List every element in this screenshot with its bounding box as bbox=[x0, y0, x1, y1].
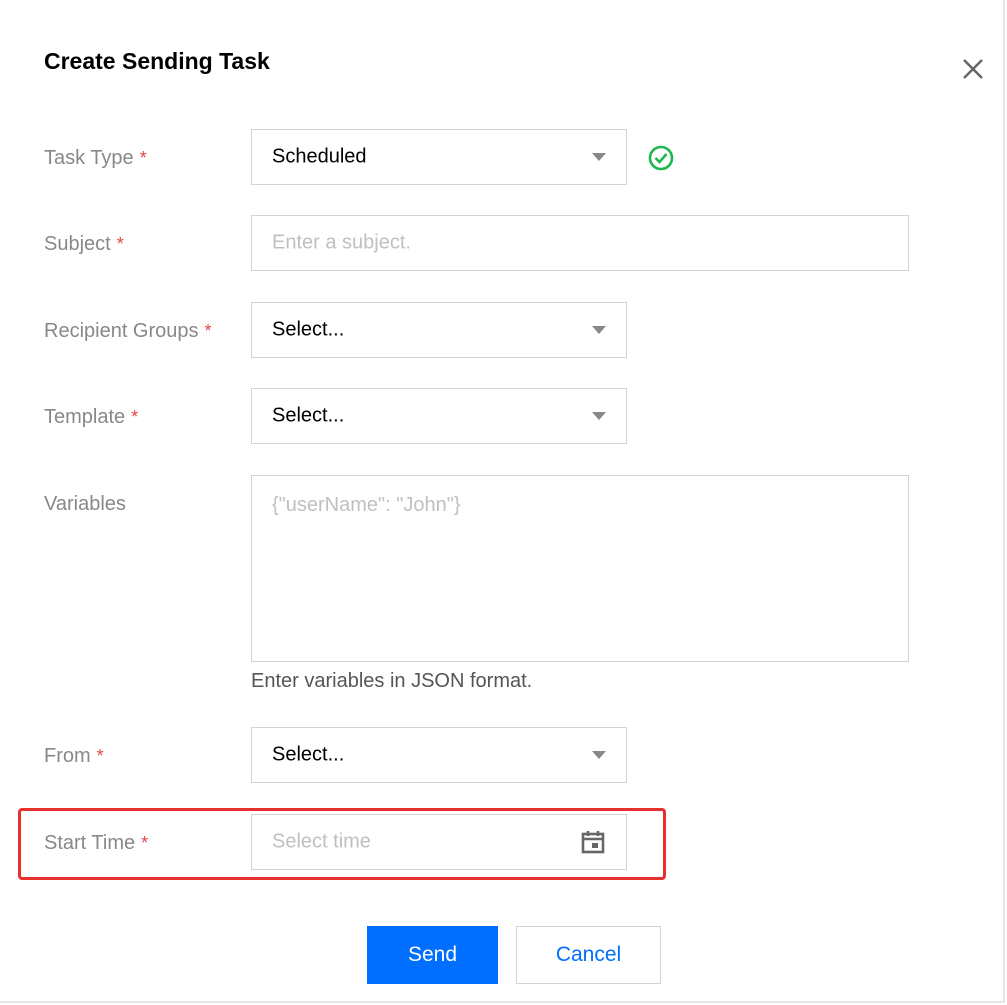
from-label: From * bbox=[44, 745, 104, 767]
task-type-value: Scheduled bbox=[272, 145, 367, 168]
required-mark: * bbox=[96, 746, 104, 766]
from-select[interactable]: Select... bbox=[251, 727, 627, 783]
start-time-placeholder: Select time bbox=[272, 830, 371, 853]
subject-placeholder: Enter a subject. bbox=[272, 231, 411, 254]
close-icon[interactable] bbox=[958, 54, 988, 84]
chevron-down-icon bbox=[592, 751, 606, 759]
subject-input[interactable]: Enter a subject. bbox=[251, 215, 909, 271]
variables-placeholder: {"userName": "John"} bbox=[272, 494, 461, 516]
required-mark: * bbox=[204, 321, 212, 341]
recipient-groups-value: Select... bbox=[272, 318, 345, 341]
chevron-down-icon bbox=[592, 153, 606, 161]
cancel-button[interactable]: Cancel bbox=[516, 926, 661, 984]
from-value: Select... bbox=[272, 743, 345, 766]
chevron-down-icon bbox=[592, 326, 606, 334]
dialog-title: Create Sending Task bbox=[44, 48, 270, 74]
required-mark: * bbox=[131, 407, 139, 427]
send-button[interactable]: Send bbox=[367, 926, 498, 984]
required-mark: * bbox=[141, 833, 149, 853]
task-type-select[interactable]: Scheduled bbox=[251, 129, 627, 185]
subject-label: Subject * bbox=[44, 233, 124, 255]
calendar-icon[interactable] bbox=[580, 829, 606, 855]
start-time-label: Start Time * bbox=[44, 832, 149, 854]
create-task-dialog: Create Sending Task Task Type * Scheduled… bbox=[0, 0, 1005, 1003]
template-select[interactable]: Select... bbox=[251, 388, 627, 444]
variables-textarea[interactable]: {"userName": "John"} bbox=[251, 475, 909, 662]
template-value: Select... bbox=[272, 404, 345, 427]
required-mark: * bbox=[139, 148, 147, 168]
recipient-groups-label: Recipient Groups * bbox=[44, 320, 212, 342]
recipient-groups-select[interactable]: Select... bbox=[251, 302, 627, 358]
variables-label: Variables bbox=[44, 493, 126, 515]
start-time-picker[interactable]: Select time bbox=[251, 814, 627, 870]
variables-hint: Enter variables in JSON format. bbox=[251, 670, 533, 692]
chevron-down-icon bbox=[592, 412, 606, 420]
task-type-label: Task Type * bbox=[44, 147, 147, 169]
check-circle-icon bbox=[648, 145, 674, 171]
template-label: Template * bbox=[44, 406, 139, 428]
required-mark: * bbox=[116, 234, 124, 254]
